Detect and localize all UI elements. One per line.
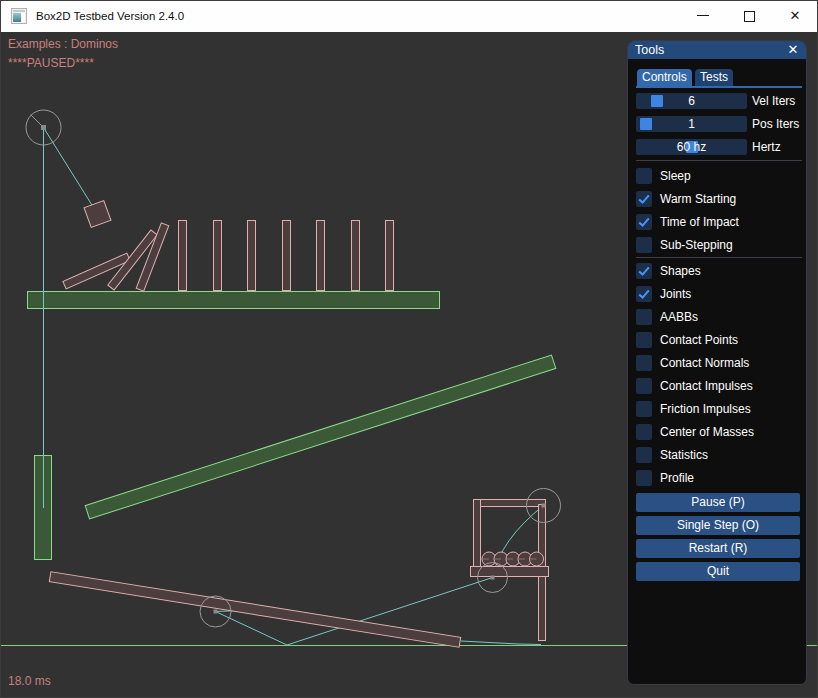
slider-value: 1 [636,116,747,132]
checkbox-label: Joints [660,286,691,302]
slider-label: Vel Iters [752,93,795,109]
domino [179,221,187,291]
tools-panel-titlebar[interactable]: Tools ✕ [628,41,806,59]
quit-button[interactable]: Quit [636,562,800,581]
domino [317,221,325,291]
checkbox[interactable] [636,309,652,325]
close-icon: ✕ [772,0,818,32]
minimize-icon [697,15,709,16]
checkmark-icon [636,286,652,302]
maximize-button[interactable] [726,0,772,32]
checkbox[interactable] [636,470,652,486]
close-button[interactable]: ✕ [772,0,818,32]
tab-tests[interactable]: Tests [695,69,733,86]
checkbox-label: Contact Impulses [660,378,753,394]
checkbox-label: Sleep [660,168,691,184]
pause-p-button[interactable]: Pause (P) [636,493,800,512]
tools-panel: Tools ✕ ControlsTests 6 Vel Iters 1 Pos Ite… [627,40,807,685]
frame-top-beam [474,500,546,507]
tab-controls[interactable]: Controls [637,69,692,86]
checkbox[interactable] [636,378,652,394]
window-titlebar[interactable]: Box2D Testbed Version 2.4.0 ✕ [0,0,818,32]
checkbox-label: Profile [660,470,694,486]
paused-label: ****PAUSED**** [8,56,94,70]
hanging-box [84,201,111,228]
frame-shelf [471,567,549,577]
checkbox-label: Friction Impulses [660,401,751,417]
frame-time-label: 18.0 ms [8,674,51,688]
checkbox-label: Contact Normals [660,355,749,371]
checkbox[interactable] [636,447,652,463]
checkbox[interactable] [636,237,652,253]
window-title: Box2D Testbed Version 2.4.0 [36,0,184,32]
checkbox-label: Statistics [660,447,708,463]
checkbox-label: Contact Points [660,332,738,348]
checkbox[interactable] [636,168,652,184]
checkmark-icon [636,214,652,230]
checkmark-icon [636,191,652,207]
slider-value: 60 hz [636,139,747,155]
maximize-icon [744,11,755,22]
slider-track[interactable]: 60 hz [636,139,747,155]
checkbox[interactable] [636,401,652,417]
ramp [85,355,556,519]
panel-close-icon[interactable]: ✕ [786,41,800,59]
tab-underline [636,86,802,88]
joint-anchors [41,125,546,614]
checkbox[interactable] [636,424,652,440]
restart-r-button[interactable]: Restart (R) [636,539,800,558]
slider-track[interactable]: 6 [636,93,747,109]
frame-left-post [474,500,481,570]
tools-panel-title: Tools [635,43,664,57]
app-icon [11,8,27,24]
slider-label: Pos Iters [752,116,799,132]
checkbox-label: AABBs [660,309,698,325]
separator [636,257,802,258]
domino [248,221,256,291]
platform [28,292,440,309]
separator [636,160,802,161]
checkbox-label: Time of Impact [660,214,739,230]
example-label: Examples : Dominos [8,37,118,51]
checkbox[interactable] [636,355,652,371]
slider-label: Hertz [752,139,781,155]
single-step-o-button[interactable]: Single Step (O) [636,516,800,535]
minimize-button[interactable] [680,0,726,32]
checkbox[interactable] [636,214,652,230]
seesaw-plank [49,572,460,648]
slider-track[interactable]: 1 [636,116,747,132]
checkbox[interactable] [636,286,652,302]
domino [351,221,359,291]
domino [282,221,290,291]
checkbox-label: Warm Starting [660,191,736,207]
checkbox-label: Sub-Stepping [660,237,733,253]
slider-value: 6 [636,93,747,109]
checkbox-label: Shapes [660,263,701,279]
checkbox[interactable] [636,191,652,207]
domino [213,221,221,291]
checkbox-label: Center of Masses [660,424,754,440]
checkbox[interactable] [636,332,652,348]
checkmark-icon [636,263,652,279]
domino [386,221,394,291]
checkbox[interactable] [636,263,652,279]
dynamic-bodies [49,201,548,648]
